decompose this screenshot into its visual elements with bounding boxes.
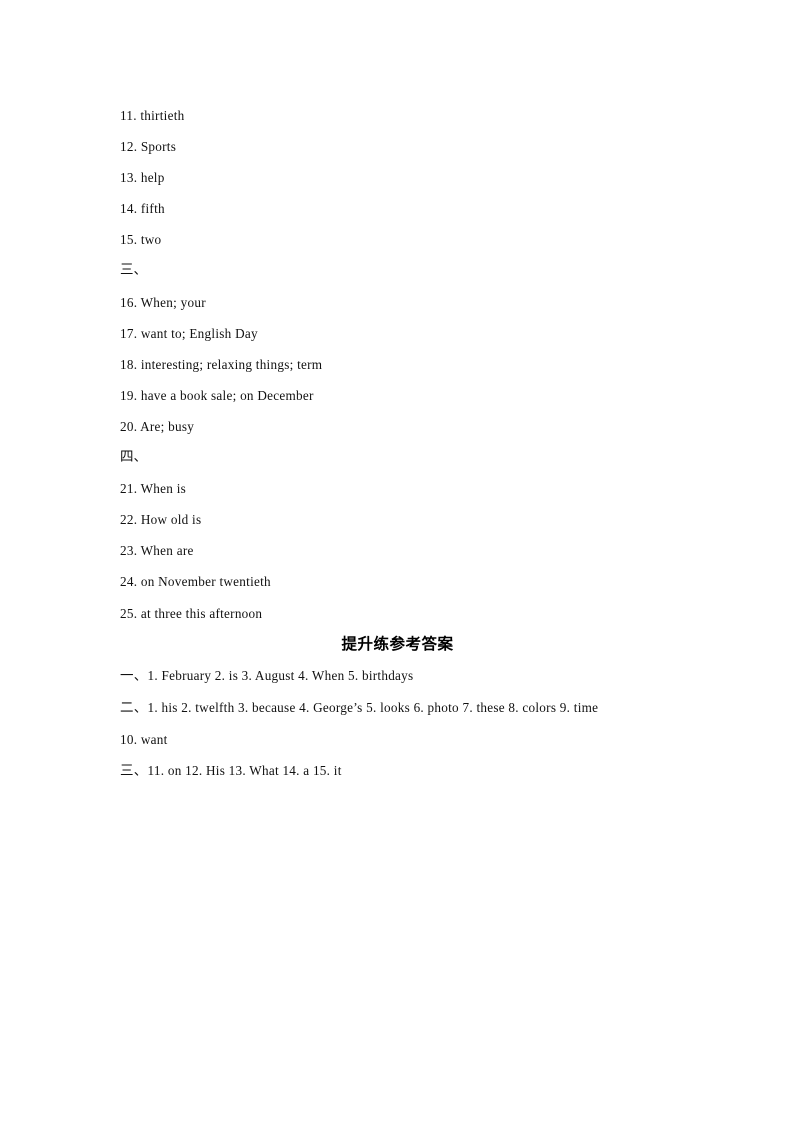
group-three-answers: 11. on 12. His 13. What 14. a 15. it <box>147 762 342 778</box>
section-marker-three: 三、 <box>120 262 147 279</box>
answer-line-16: 16. When; your <box>120 294 206 310</box>
answer-line-13: 13. help <box>120 170 165 186</box>
answer-line-20: 20. Are; busy <box>120 418 195 434</box>
improvement-group-one: 一、1. February 2. is 3. August 4. When 5.… <box>120 660 690 692</box>
group-one-answers: 1. February 2. is 3. August 4. When 5. b… <box>147 667 414 683</box>
improvement-group-two: 二、1. his 2. twelfth 3. because 4. George… <box>120 692 690 724</box>
improvement-section-heading: 提升练参考答案 <box>341 634 454 653</box>
answer-line-23: 23. When are <box>120 543 194 559</box>
answer-line-15: 15. two <box>120 232 162 248</box>
answer-line-25: 25. at three this afternoon <box>120 605 263 621</box>
answer-line-19: 19. have a book sale; on December <box>120 387 314 403</box>
answer-line-12: 12. Sports <box>120 139 177 155</box>
answer-line-21: 21. When is <box>120 481 187 497</box>
answer-line-17: 17. want to; English Day <box>120 325 258 341</box>
document-body: 11. thirtieth 12. Sports 13. help 14. fi… <box>120 100 690 787</box>
answer-line-22: 22. How old is <box>120 512 202 528</box>
group-marker-three: 三、 <box>120 762 148 779</box>
improvement-group-three: 三、11. on 12. His 13. What 14. a 15. it <box>120 755 690 787</box>
answer-line-11: 11. thirtieth <box>120 108 185 123</box>
group-two-answers: 1. his 2. twelfth 3. because 4. George’s… <box>147 699 599 715</box>
answer-line-24: 24. on November twentieth <box>120 574 271 590</box>
answer-line-14: 14. fifth <box>120 201 165 217</box>
group-marker-one: 一、 <box>120 667 148 684</box>
document-page: 11. thirtieth 12. Sports 13. help 14. fi… <box>0 0 794 1123</box>
improvement-group-two-continuation: 10. want <box>120 731 168 747</box>
answer-line-18: 18. interesting; relaxing things; term <box>120 356 323 372</box>
group-marker-two: 二、 <box>120 699 148 716</box>
section-marker-four: 四、 <box>120 449 147 466</box>
